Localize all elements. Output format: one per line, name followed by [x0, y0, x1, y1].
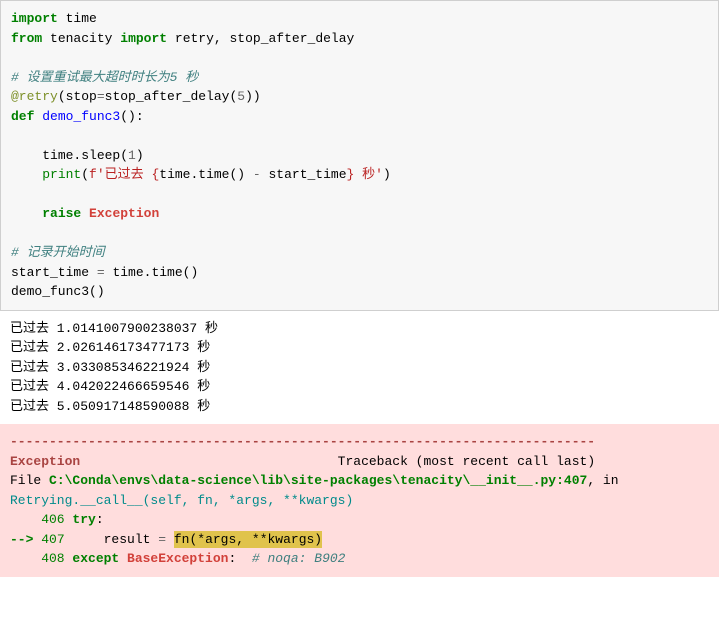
print-builtin: print — [42, 167, 81, 182]
output-line-2: 已过去 2.026146173477173 秒 — [10, 340, 210, 355]
python-source-code: import time from tenacity import retry, … — [0, 0, 719, 311]
fstring-minus: - — [253, 167, 261, 182]
decorator-eq: = — [97, 89, 105, 104]
traceback-file-path: C:\Conda\envs\data-science\lib\site-pack… — [49, 473, 587, 488]
keyword-import2: import — [120, 31, 167, 46]
sleep-num: 1 — [128, 148, 136, 163]
fstring-expr: time.time() — [159, 167, 253, 182]
line-406-colon: : — [96, 512, 104, 527]
decorator-retry: @retry — [11, 89, 58, 104]
decorator-stop-call: stop_after_delay( — [105, 89, 238, 104]
comment-timeout: # 设置重试最大超时时长为5 秒 — [11, 70, 198, 85]
output-line-4: 已过去 4.042022466659546 秒 — [10, 379, 210, 394]
decorator-close: )) — [245, 89, 261, 104]
traceback-header: Traceback (most recent call last) — [338, 454, 595, 469]
traceback-function-signature: Retrying.__call__(self, fn, *args, **kwa… — [10, 493, 353, 508]
line-408-comment: # noqa: B902 — [236, 551, 345, 566]
line-407-space — [166, 532, 174, 547]
module-time: time — [66, 11, 97, 26]
line-407-eq: = — [158, 532, 166, 547]
traceback-spacer — [80, 454, 337, 469]
keyword-import: import — [11, 11, 58, 26]
output-line-5: 已过去 5.050917148590088 秒 — [10, 399, 210, 414]
comment-start-time: # 记录开始时间 — [11, 245, 105, 260]
line-408-except: except — [65, 551, 120, 566]
traceback-highlighted-call: fn(*args, **kwargs) — [174, 531, 322, 548]
exception-type: Exception — [89, 206, 159, 221]
line-408-base-exception: BaseException — [119, 551, 228, 566]
keyword-raise: raise — [42, 206, 81, 221]
module-tenacity: tenacity — [50, 31, 112, 46]
assign-op: = — [97, 265, 105, 280]
line-408-num: 408 — [10, 551, 65, 566]
line-406-try: try — [65, 512, 96, 527]
assign-right: time.time() — [105, 265, 199, 280]
stdout-output: 已过去 1.0141007900238037 秒 已过去 2.026146173… — [0, 311, 719, 425]
line-406-num: 406 — [10, 512, 65, 527]
call-demo-func: demo_func3() — [11, 284, 105, 299]
line-407-indent: result — [65, 532, 159, 547]
keyword-from: from — [11, 31, 42, 46]
output-line-3: 已过去 3.033085346221924 秒 — [10, 360, 210, 375]
line-407-num: 407 — [41, 532, 64, 547]
traceback-block: ----------------------------------------… — [0, 424, 719, 577]
func-parens: (): — [120, 109, 143, 124]
print-open: ( — [81, 167, 89, 182]
keyword-def: def — [11, 109, 34, 124]
decorator-open: (stop — [58, 89, 97, 104]
traceback-exception-name: Exception — [10, 454, 80, 469]
sleep-call: time.sleep( — [42, 148, 128, 163]
sleep-close: ) — [136, 148, 144, 163]
fstring-start-time: start_time — [261, 167, 347, 182]
function-name: demo_func3 — [42, 109, 120, 124]
imported-names: retry, stop_after_delay — [175, 31, 354, 46]
file-suffix: , in — [587, 473, 626, 488]
print-close: ) — [383, 167, 391, 182]
traceback-separator: ----------------------------------------… — [10, 434, 595, 449]
assign-left: start_time — [11, 265, 97, 280]
decorator-num: 5 — [237, 89, 245, 104]
fstring-prefix: f'已过去 — [89, 167, 151, 182]
file-prefix: File — [10, 473, 49, 488]
output-line-1: 已过去 1.0141007900238037 秒 — [10, 321, 218, 336]
traceback-arrow: --> — [10, 532, 41, 547]
fstring-suffix: 秒' — [354, 167, 383, 182]
